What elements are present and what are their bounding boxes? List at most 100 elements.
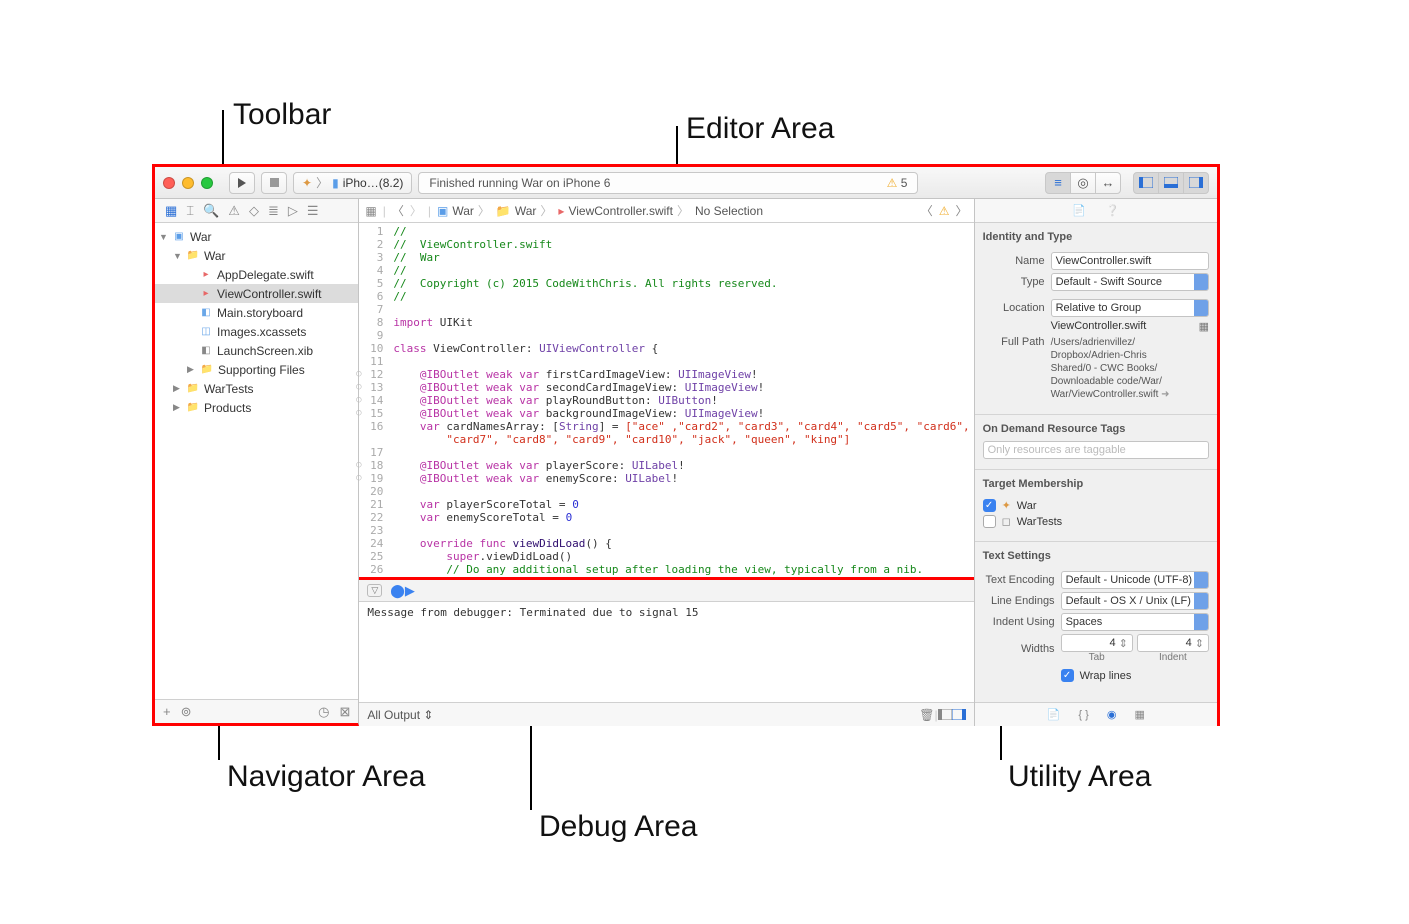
fullpath-label: Full Path xyxy=(983,336,1051,348)
code-snippet-library-tab[interactable]: { } xyxy=(1078,709,1088,721)
folder-icon: 📁 xyxy=(186,401,200,415)
zoom-window-button[interactable] xyxy=(201,177,213,189)
code-content[interactable]: // // ViewController.swift // War // // … xyxy=(389,223,973,577)
name-input[interactable]: ViewController.swift xyxy=(1051,252,1209,270)
annotation-debug: Debug Area xyxy=(539,810,697,844)
close-window-button[interactable] xyxy=(163,177,175,189)
related-items-icon[interactable]: ▦ xyxy=(365,204,376,218)
app-icon: ✦ xyxy=(302,176,312,190)
scheme-selector[interactable]: ✦ 〉 ▮ iPho…(8.2) xyxy=(293,172,412,194)
report-navigator-tab[interactable]: ☰ xyxy=(307,203,319,219)
recent-filter-button[interactable]: ◷ xyxy=(318,704,329,720)
tree-file-appdelegate[interactable]: ▸AppDelegate.swift xyxy=(155,265,358,284)
debug-navigator-tab[interactable]: ≣ xyxy=(268,203,279,219)
debug-toggle-icon[interactable]: ▽ xyxy=(367,584,382,597)
run-button[interactable] xyxy=(229,172,255,194)
checkbox-icon: ✓ xyxy=(1061,669,1074,682)
toggle-debug-button[interactable] xyxy=(1158,172,1184,194)
jump-bar[interactable]: ▦ | 〈 〉 | ▣War〉 📁War〉 ▸ViewController.sw… xyxy=(359,199,973,223)
toggle-navigator-button[interactable] xyxy=(1133,172,1159,194)
location-browse-icon[interactable]: ▦ xyxy=(1199,320,1209,333)
section-header: Text Settings xyxy=(983,546,1209,568)
object-library-tab[interactable]: ◉ xyxy=(1107,708,1117,721)
project-navigator-tab[interactable]: ▦ xyxy=(165,203,177,219)
output-filter[interactable]: All Output ⇕ xyxy=(367,708,433,722)
test-navigator-tab[interactable]: ◇ xyxy=(249,203,259,219)
tree-file-viewcontroller[interactable]: ▸ViewController.swift xyxy=(155,284,358,303)
tree-file-launchscreen[interactable]: ◧LaunchScreen.xib xyxy=(155,341,358,360)
project-icon: ▣ xyxy=(172,230,186,244)
toggle-console-view-button[interactable] xyxy=(952,709,966,720)
toggle-utility-button[interactable] xyxy=(1183,172,1209,194)
target-war-checkbox[interactable]: ✓✦War xyxy=(983,499,1209,512)
checkbox-icon: ✓ xyxy=(983,499,996,512)
quick-help-tab[interactable]: ❔ xyxy=(1106,204,1120,217)
file-inspector-tab[interactable]: 📄 xyxy=(1072,204,1086,217)
tree-file-storyboard[interactable]: ◧Main.storyboard xyxy=(155,303,358,322)
lineendings-label: Line Endings xyxy=(983,595,1061,607)
line-gutter: 1234567891011121314151617181920212223242… xyxy=(359,223,389,577)
tab-width-input[interactable]: 4⇕ xyxy=(1061,634,1133,652)
encoding-select[interactable]: Default - Unicode (UTF-8) xyxy=(1061,571,1209,589)
panel-toggle-segment xyxy=(1133,172,1209,194)
symbol-navigator-tab[interactable]: ⌶ xyxy=(186,203,194,219)
add-button[interactable]: + xyxy=(163,704,171,719)
find-navigator-tab[interactable]: 🔍 xyxy=(203,203,219,219)
center-area: ▦ | 〈 〉 | ▣War〉 📁War〉 ▸ViewController.sw… xyxy=(359,199,974,726)
section-header: Target Membership xyxy=(983,474,1209,496)
indent-select[interactable]: Spaces xyxy=(1061,613,1209,631)
breakpoint-navigator-tab[interactable]: ▷ xyxy=(288,203,298,219)
prev-issue-button[interactable]: 〈 xyxy=(921,202,933,219)
minimize-window-button[interactable] xyxy=(182,177,194,189)
swift-file-icon: ▸ xyxy=(558,204,564,218)
folder-icon: 📁 xyxy=(186,382,200,396)
filter-button[interactable]: ⊚ xyxy=(181,704,192,720)
forward-button[interactable]: 〉 xyxy=(410,202,422,219)
indent-width-input[interactable]: 4⇕ xyxy=(1137,634,1209,652)
breakpoint-indicator-icon[interactable]: ⬤▶ xyxy=(390,583,415,599)
console-output[interactable]: Message from debugger: Terminated due to… xyxy=(359,602,973,702)
debug-area: ▽ ⬤▶ Message from debugger: Terminated d… xyxy=(359,580,973,726)
tree-project-root[interactable]: ▼▣War xyxy=(155,227,358,246)
library-tabs: 📄 { } ◉ ▦ xyxy=(975,702,1217,726)
encoding-label: Text Encoding xyxy=(983,574,1061,586)
version-editor-button[interactable]: ↔ xyxy=(1095,172,1121,194)
storyboard-icon: ◧ xyxy=(199,306,213,320)
utility-area: 📄 ❔ Identity and Type NameViewController… xyxy=(975,199,1217,726)
tree-group-products[interactable]: ▶📁Products xyxy=(155,398,358,417)
tree-file-assets[interactable]: ◫Images.xcassets xyxy=(155,322,358,341)
source-editor[interactable]: 1234567891011121314151617181920212223242… xyxy=(359,223,973,580)
scm-filter-button[interactable]: ⊠ xyxy=(339,704,350,720)
bundle-icon: ◻ xyxy=(1002,515,1011,528)
section-header: On Demand Resource Tags xyxy=(983,419,1209,441)
toggle-variables-view-button[interactable] xyxy=(938,709,952,720)
target-wartests-checkbox[interactable]: ◻WarTests xyxy=(983,515,1209,528)
standard-editor-button[interactable]: ≡ xyxy=(1045,172,1071,194)
issue-navigator-tab[interactable]: ⚠ xyxy=(228,203,240,219)
annotation-editor: Editor Area xyxy=(686,112,834,146)
debug-toolbar: ▽ ⬤▶ xyxy=(359,580,973,602)
wrap-lines-checkbox[interactable]: ✓Wrap lines xyxy=(1061,669,1132,682)
next-issue-button[interactable]: 〉 xyxy=(956,202,968,219)
stop-button[interactable] xyxy=(261,172,287,194)
tree-group-tests[interactable]: ▶📁WarTests xyxy=(155,379,358,398)
reveal-icon[interactable]: ➜ xyxy=(1161,389,1169,400)
navigator-tabs: ▦ ⌶ 🔍 ⚠ ◇ ≣ ▷ ☰ xyxy=(155,199,358,223)
warning-icon: ⚠ xyxy=(939,204,950,218)
app-icon: ✦ xyxy=(1002,499,1011,512)
location-select[interactable]: Relative to Group xyxy=(1051,299,1209,317)
type-select[interactable]: Default - Swift Source xyxy=(1051,273,1209,291)
tree-group-war[interactable]: ▼📁War xyxy=(155,246,358,265)
scheme-device: iPho…(8.2) xyxy=(343,176,404,190)
tree-group-supporting[interactable]: ▶📁Supporting Files xyxy=(155,360,358,379)
file-template-library-tab[interactable]: 📄 xyxy=(1047,708,1061,721)
swift-file-icon: ▸ xyxy=(199,287,213,301)
clear-console-button[interactable]: 🗑 xyxy=(919,708,934,722)
identity-section: Identity and Type NameViewController.swi… xyxy=(975,223,1217,415)
media-library-tab[interactable]: ▦ xyxy=(1134,708,1144,721)
back-button[interactable]: 〈 xyxy=(392,202,404,219)
lineendings-select[interactable]: Default - OS X / Unix (LF) xyxy=(1061,592,1209,610)
name-label: Name xyxy=(983,255,1051,267)
assistant-editor-button[interactable]: ◎ xyxy=(1070,172,1096,194)
debug-bottom-bar: All Output ⇕ 🗑 | xyxy=(359,702,973,726)
